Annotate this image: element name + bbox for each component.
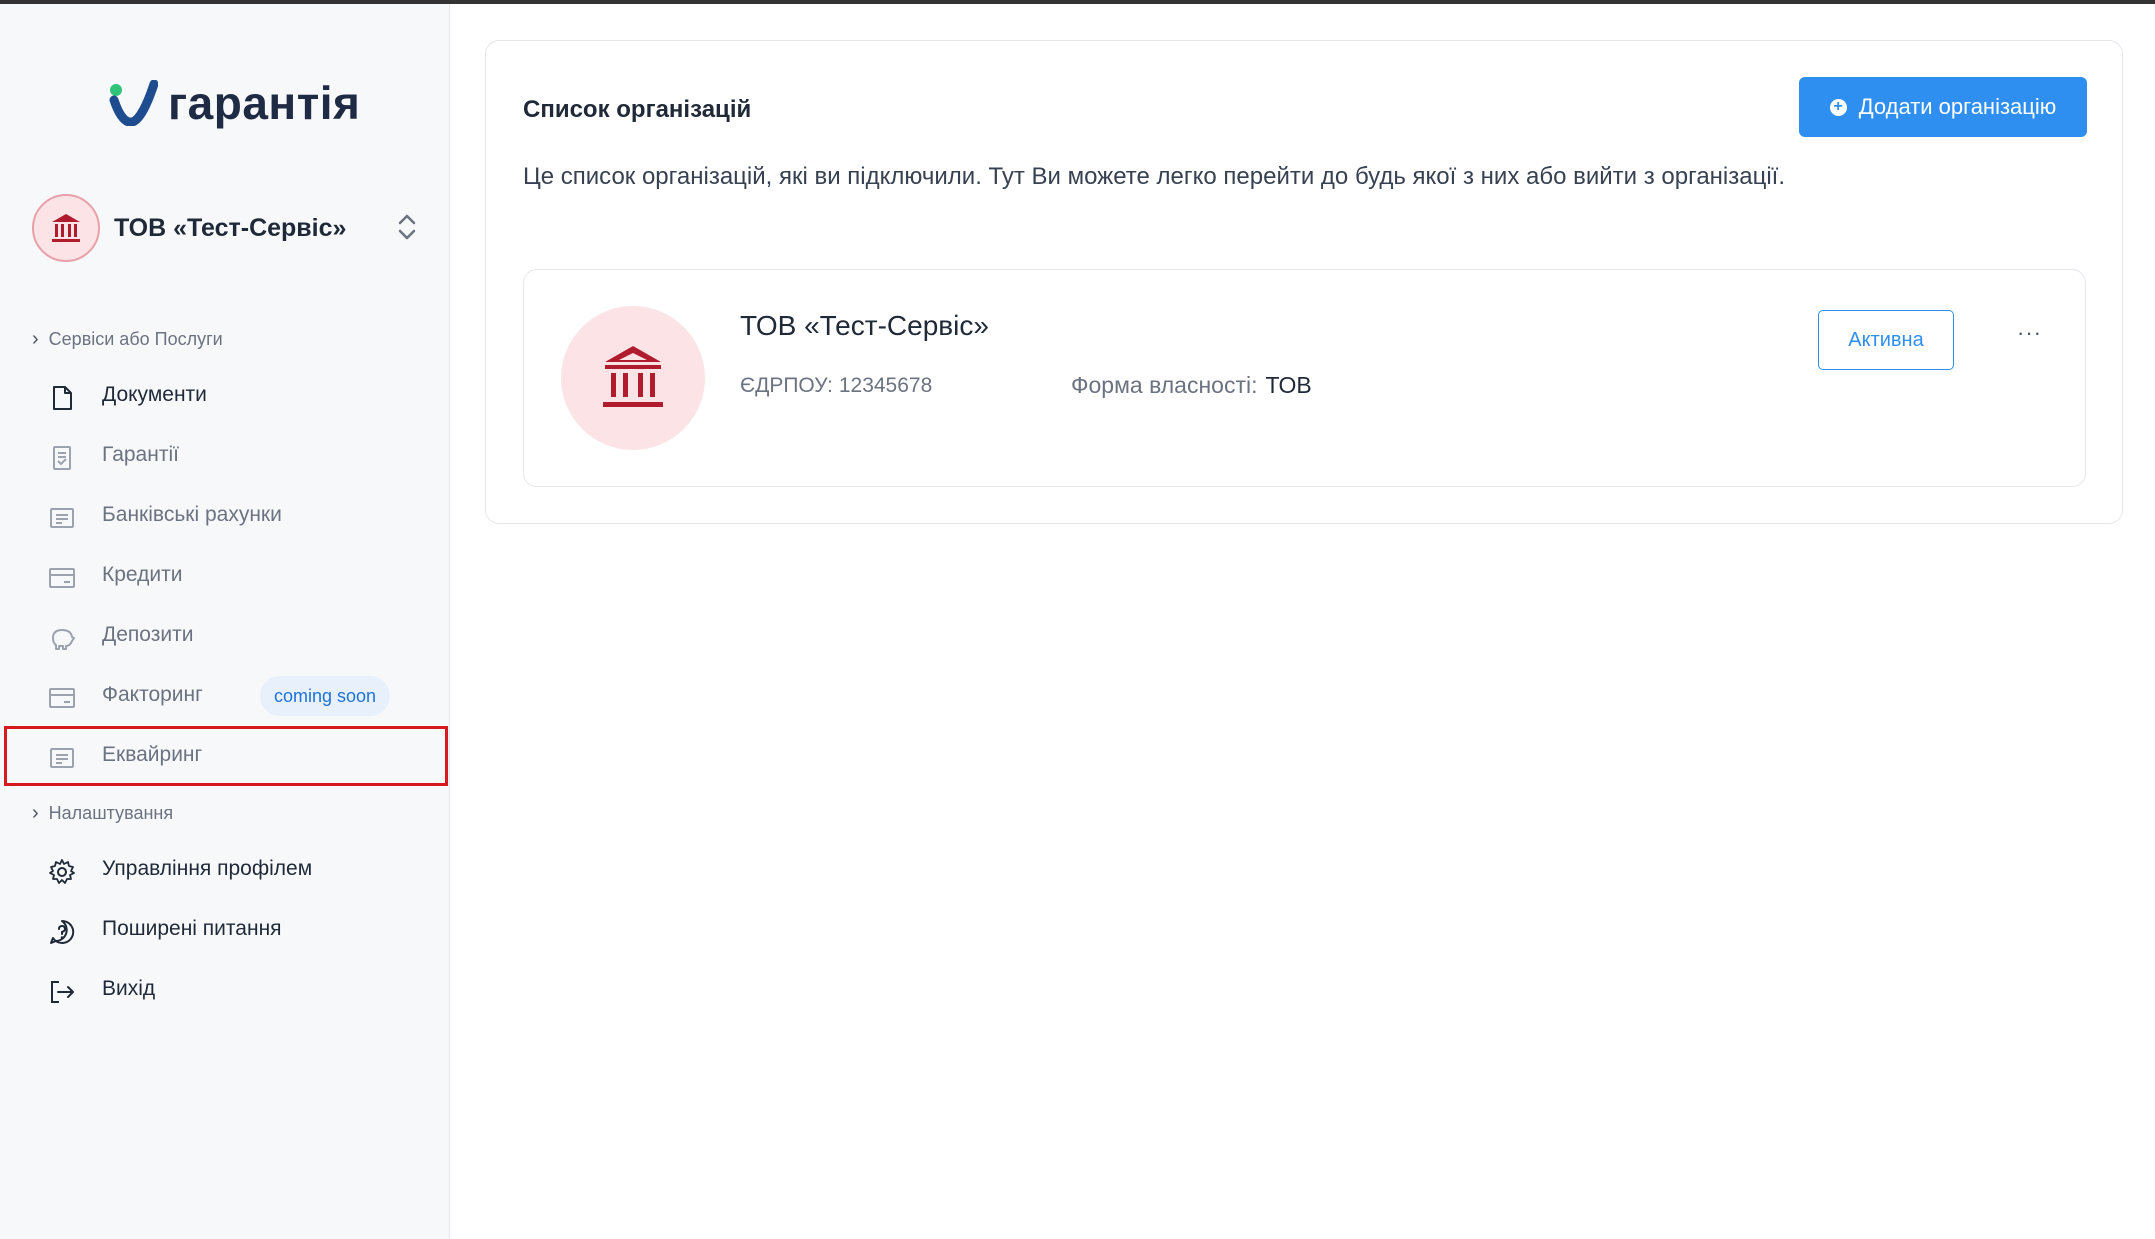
bank-icon	[561, 306, 705, 450]
sidebar: гарантія ТОВ «Тест-Сервіс» › Сервіси або…	[0, 4, 450, 1239]
bank-icon	[32, 194, 100, 262]
ownership-form: Форма власності: ТОВ	[1071, 372, 1312, 399]
sidebar-item-label: Поширені питання	[102, 917, 282, 940]
ownership-form-label: Форма власності:	[1071, 372, 1258, 398]
plus-circle-icon: +	[1829, 98, 1847, 116]
sidebar-item-label: Факторинг	[102, 683, 203, 706]
sidebar-item-deposits[interactable]: Депозити	[4, 606, 448, 666]
page-description: Це список організацій, які ви підключили…	[523, 163, 1786, 190]
piggy-bank-icon	[52, 629, 75, 650]
sidebar-item-profile[interactable]: Управління профілем	[4, 840, 448, 900]
organizations-card: Список організацій + Додати організацію …	[485, 40, 2123, 524]
organization-switcher[interactable]: ТОВ «Тест-Сервіс»	[32, 194, 422, 262]
question-icon	[50, 919, 75, 944]
coming-soon-badge: coming soon	[260, 676, 391, 716]
section-services[interactable]: › Сервіси або Послуги	[32, 328, 223, 351]
more-options-icon[interactable]: ···	[2017, 320, 2042, 346]
sidebar-item-guarantees[interactable]: Гарантії	[4, 426, 448, 486]
sidebar-item-credits[interactable]: Кредити	[4, 546, 448, 606]
logo[interactable]: гарантія	[108, 76, 360, 130]
active-status-button[interactable]: Активна	[1818, 310, 1954, 370]
sidebar-item-documents[interactable]: Документи	[4, 366, 448, 426]
app: гарантія ТОВ «Тест-Сервіс» › Сервіси або…	[0, 4, 2155, 1239]
guarantee-icon	[53, 446, 71, 470]
section-settings[interactable]: › Налаштування	[32, 802, 173, 825]
main-content: Список організацій + Додати організацію …	[450, 4, 2155, 1239]
gear-icon	[49, 859, 75, 884]
sidebar-item-label: Депозити	[102, 623, 194, 646]
credit-card-icon	[49, 568, 75, 588]
ownership-form-value: ТОВ	[1265, 372, 1312, 398]
acquiring-icon	[50, 748, 74, 768]
sidebar-item-label: Вихід	[102, 977, 156, 1000]
sidebar-item-label: Гарантії	[102, 443, 179, 466]
checkmark-logo-icon	[109, 80, 158, 126]
chevron-up-down-icon	[398, 214, 416, 240]
section-label: Сервіси або Послуги	[48, 329, 223, 349]
document-icon	[53, 386, 72, 410]
add-organization-label: Додати організацію	[1858, 94, 2057, 119]
bank-account-icon	[50, 508, 74, 528]
add-organization-button[interactable]: + Додати організацію	[1799, 77, 2087, 137]
sidebar-item-acquiring[interactable]: Еквайринг	[4, 726, 448, 786]
sidebar-item-bank-accounts[interactable]: Банківські рахунки	[4, 486, 448, 546]
sidebar-item-label: Управління профілем	[102, 857, 313, 880]
sidebar-item-factoring[interactable]: Факторинг coming soon	[4, 666, 448, 726]
sidebar-item-faq[interactable]: Поширені питання	[4, 900, 448, 960]
logo-text: гарантія	[168, 77, 361, 129]
sidebar-item-logout[interactable]: Вихід	[4, 960, 448, 1020]
sidebar-item-label: Еквайринг	[102, 743, 203, 766]
sidebar-item-label: Кредити	[102, 563, 183, 586]
section-label: Налаштування	[48, 803, 174, 823]
sidebar-item-label: Документи	[102, 383, 207, 406]
edrpou-code: ЄДРПОУ: 12345678	[740, 374, 933, 397]
sidebar-item-label: Банківські рахунки	[102, 503, 282, 526]
chevron-right-icon: ›	[32, 802, 39, 824]
organization-card-name: ТОВ «Тест-Сервіс»	[740, 310, 989, 341]
logout-icon	[51, 981, 74, 1003]
organization-name: ТОВ «Тест-Сервіс»	[114, 213, 347, 242]
page-title: Список організацій	[523, 96, 752, 123]
organization-item[interactable]: ТОВ «Тест-Сервіс» ЄДРПОУ: 12345678 Форма…	[523, 269, 2086, 487]
factoring-icon	[49, 688, 75, 708]
chevron-right-icon: ›	[32, 328, 39, 350]
